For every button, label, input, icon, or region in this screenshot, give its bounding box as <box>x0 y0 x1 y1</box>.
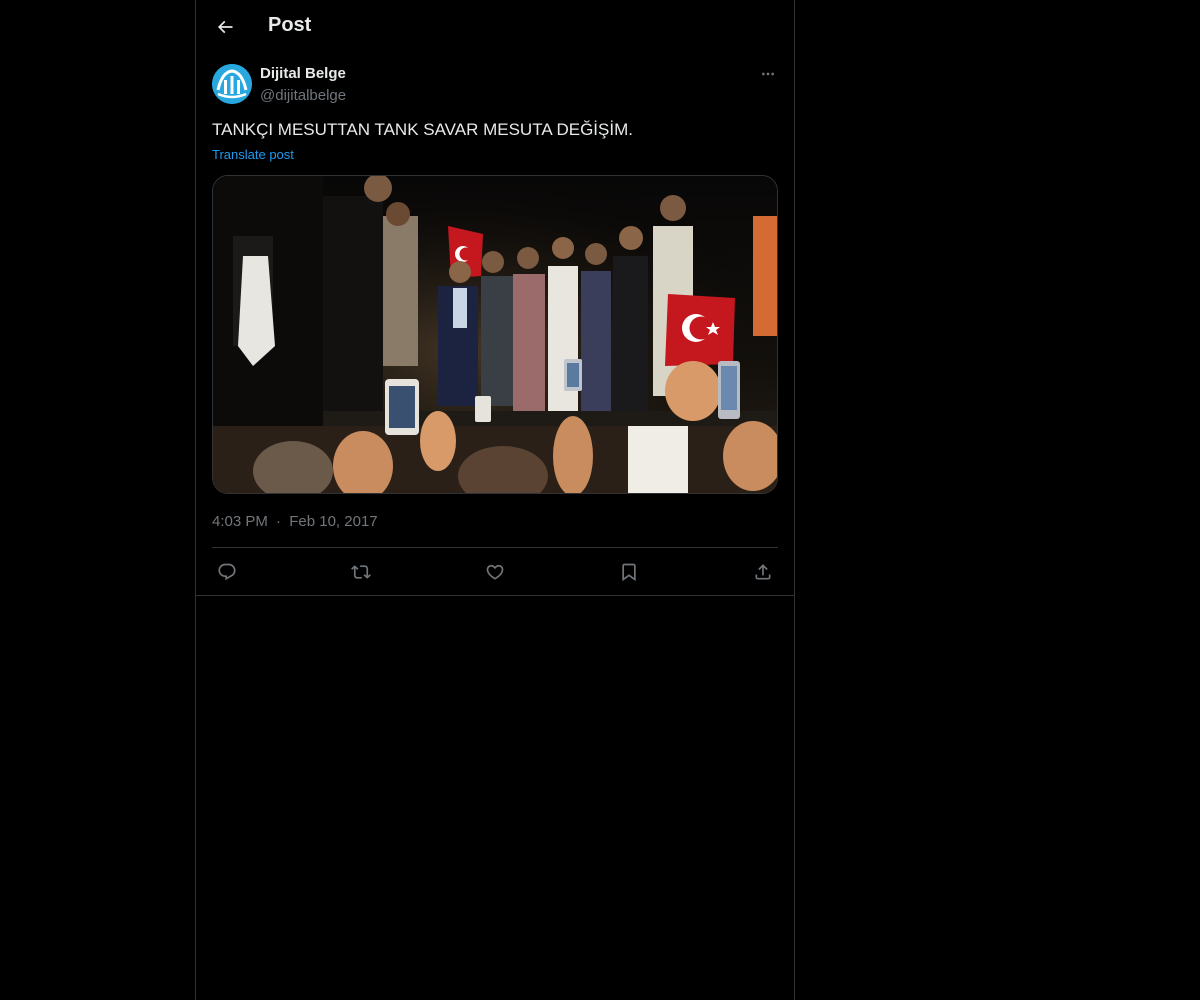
post-photo[interactable] <box>212 175 778 494</box>
reply-button[interactable] <box>212 557 242 587</box>
post-actions <box>212 556 778 588</box>
more-horizontal-icon <box>762 72 774 76</box>
like-icon <box>486 564 504 580</box>
post-header: Post <box>196 0 794 54</box>
dijital-belge-logo-icon <box>212 64 252 104</box>
crowd-photo <box>213 176 777 493</box>
bookmark-button[interactable] <box>614 557 644 587</box>
share-button[interactable] <box>748 557 778 587</box>
page-title: Post <box>268 14 312 36</box>
more-button[interactable] <box>758 64 778 84</box>
avatar[interactable] <box>212 64 252 104</box>
author-handle[interactable]: @dijitalbelge <box>260 87 346 104</box>
post-author-row: Dijital Belge @dijitalbelge <box>212 64 778 108</box>
translate-post-link[interactable]: Translate post <box>212 147 294 162</box>
reply-icon <box>218 563 236 581</box>
arrow-left-icon <box>217 20 233 34</box>
divider <box>196 595 794 596</box>
repost-icon <box>351 565 371 579</box>
bookmark-icon <box>622 563 636 582</box>
post-text: TANKÇI MESUTTAN TANK SAVAR MESUTA DEĞİŞİ… <box>212 120 633 139</box>
post-time-link[interactable]: 4:03 PM <box>212 513 268 530</box>
post-timestamp: 4:03 PM · Feb 10, 2017 <box>212 513 378 530</box>
post-date-link[interactable]: Feb 10, 2017 <box>289 513 377 530</box>
back-button[interactable] <box>208 10 242 44</box>
post-column: Post Dijital Belge @dijitalbelge TANKÇI … <box>195 0 795 1000</box>
divider <box>212 547 778 548</box>
author-name[interactable]: Dijital Belge <box>260 65 346 82</box>
share-icon <box>755 564 771 580</box>
repost-button[interactable] <box>346 557 376 587</box>
timestamp-separator: · <box>276 513 282 530</box>
like-button[interactable] <box>480 557 510 587</box>
